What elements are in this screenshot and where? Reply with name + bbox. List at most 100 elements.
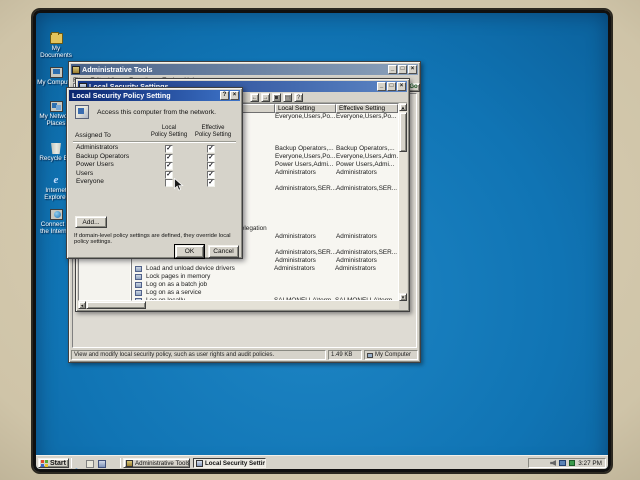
taskbar: Start Administrative Tools Local Securit… xyxy=(36,455,608,469)
local-setting: Administrators xyxy=(275,257,336,265)
policy-row[interactable]: Log on as a service xyxy=(132,289,398,297)
local-setting: Everyone,Users,Po... xyxy=(275,113,336,121)
mail-quicklaunch-icon[interactable] xyxy=(86,460,94,468)
cancel-button[interactable]: Cancel xyxy=(208,245,239,258)
scroll-left-icon[interactable]: ◄ xyxy=(78,301,86,309)
volume-icon[interactable] xyxy=(550,460,556,466)
policy-row[interactable]: Log on as a batch job xyxy=(132,281,398,289)
local-setting: Administrators xyxy=(274,265,335,273)
policy-row[interactable]: Lock pages in memory xyxy=(132,273,398,281)
status-size: 1.49 KB xyxy=(328,350,362,360)
policy-description: Access this computer from the network. xyxy=(97,109,239,116)
effective-setting: Administrators,SER... xyxy=(336,185,398,193)
minimize-button[interactable]: _ xyxy=(377,82,386,91)
effective-setting xyxy=(336,177,398,185)
local-policy-checkbox[interactable] xyxy=(165,179,173,187)
assignment-rows: Administrators ✓ ✓ Backup Operators ✓ ✓ … xyxy=(67,144,242,187)
local-setting xyxy=(275,193,336,201)
horizontal-scrollbar[interactable]: ◄ xyxy=(78,301,399,309)
my-computer-icon xyxy=(367,353,373,358)
desktop-icon-my-documents[interactable]: My Documents xyxy=(36,33,76,59)
help-icon[interactable]: ? xyxy=(294,93,303,102)
scroll-thumb[interactable] xyxy=(86,301,146,309)
desktop: My Documents My Computer My Network Plac… xyxy=(33,10,611,472)
show-desktop-icon[interactable] xyxy=(98,460,106,468)
clock: 3:27 PM xyxy=(578,460,602,467)
scroll-down-icon[interactable]: ▼ xyxy=(399,293,407,301)
effective-setting: Everyone,Users,Adm... xyxy=(336,153,398,161)
group-name: Power Users xyxy=(76,161,114,170)
assignment-row: Everyone ✓ xyxy=(67,178,242,187)
effective-setting: Administrators xyxy=(336,233,398,241)
policy-doc-icon xyxy=(135,266,142,272)
show-tree-icon[interactable]: ▣ xyxy=(272,93,281,102)
scheduler-icon[interactable] xyxy=(569,460,575,466)
effective-setting xyxy=(336,121,398,129)
policy-name: Log on as a service xyxy=(144,289,274,297)
minimize-button[interactable]: _ xyxy=(388,65,397,74)
internet-explorer-quicklaunch-icon[interactable] xyxy=(74,460,82,468)
export-list-icon[interactable]: ▤ xyxy=(283,93,292,102)
administrative-tools-icon xyxy=(126,460,133,467)
start-button[interactable]: Start xyxy=(38,458,69,468)
connect-internet-icon xyxy=(50,209,63,220)
assignment-row: Backup Operators ✓ ✓ xyxy=(67,153,242,162)
maximize-button[interactable]: □ xyxy=(398,65,407,74)
status-text: View and modify local security policy, s… xyxy=(71,350,326,360)
title-bar[interactable]: Local Security Policy Setting ? × xyxy=(69,90,240,101)
local-setting xyxy=(275,201,336,209)
back-icon[interactable]: ← xyxy=(250,93,259,102)
effective-setting xyxy=(335,281,398,289)
effective-setting xyxy=(336,129,398,137)
maximize-button[interactable]: □ xyxy=(387,82,396,91)
close-button[interactable]: × xyxy=(230,91,239,100)
window-title: Administrative Tools xyxy=(80,65,388,74)
ok-button[interactable]: OK xyxy=(175,245,204,258)
effective-setting xyxy=(336,193,398,201)
network-places-icon xyxy=(50,101,63,112)
effective-setting xyxy=(335,273,398,281)
network-icon[interactable] xyxy=(559,460,566,466)
add-button[interactable]: Add... xyxy=(75,216,107,228)
vertical-scrollbar[interactable]: ▲ ▼ xyxy=(399,103,407,301)
help-button[interactable]: ? xyxy=(220,91,229,100)
taskbar-button-local-security-settings[interactable]: Local Security Settings xyxy=(193,458,266,468)
effective-policy-checkbox: ✓ xyxy=(207,179,215,187)
column-header-effective-setting[interactable]: Effective Setting xyxy=(336,104,398,113)
scroll-up-icon[interactable]: ▲ xyxy=(399,103,407,111)
assigned-to-header: Assigned To xyxy=(75,132,111,139)
desktop-icon-label: My Documents xyxy=(36,45,76,59)
title-bar[interactable]: Administrative Tools _ □ × xyxy=(71,64,418,75)
policy-doc-icon xyxy=(135,282,142,288)
close-button[interactable]: × xyxy=(408,65,417,74)
group-name: Backup Operators xyxy=(76,153,129,162)
close-button[interactable]: × xyxy=(397,82,406,91)
local-setting xyxy=(275,241,336,249)
taskbar-button-administrative-tools[interactable]: Administrative Tools xyxy=(123,458,190,468)
policy-doc-icon xyxy=(135,274,142,280)
effective-setting: Administrators,SER... xyxy=(336,249,398,257)
dialog-title: Local Security Policy Setting xyxy=(70,91,220,100)
assignment-row: Power Users ✓ ✓ xyxy=(67,161,242,170)
window-controls: _ □ × xyxy=(377,82,406,91)
scroll-thumb[interactable] xyxy=(399,112,407,152)
forward-icon[interactable]: → xyxy=(261,93,270,102)
local-setting: Power Users,Admi... xyxy=(275,161,336,169)
effective-setting: Everyone,Users,Po... xyxy=(336,113,398,121)
policy-row[interactable]: Load and unload device driversAdministra… xyxy=(132,265,398,273)
local-setting: Administrators xyxy=(275,169,336,177)
local-setting xyxy=(274,289,335,297)
column-header-local-setting[interactable]: Local Setting xyxy=(275,104,336,113)
local-setting: Administrators,SER... xyxy=(275,185,336,193)
group-name: Administrators xyxy=(76,144,118,153)
local-setting xyxy=(275,217,336,225)
local-setting: Backup Operators,... xyxy=(275,145,336,153)
local-setting xyxy=(275,129,336,137)
local-setting xyxy=(274,273,335,281)
window-controls: _ □ × xyxy=(388,65,417,74)
local-setting: Everyone,Users,Po... xyxy=(275,153,336,161)
local-setting xyxy=(275,209,336,217)
local-setting: Administrators,SER... xyxy=(275,249,336,257)
monitor-photo: My Documents My Computer My Network Plac… xyxy=(0,0,640,480)
separator xyxy=(73,141,236,143)
